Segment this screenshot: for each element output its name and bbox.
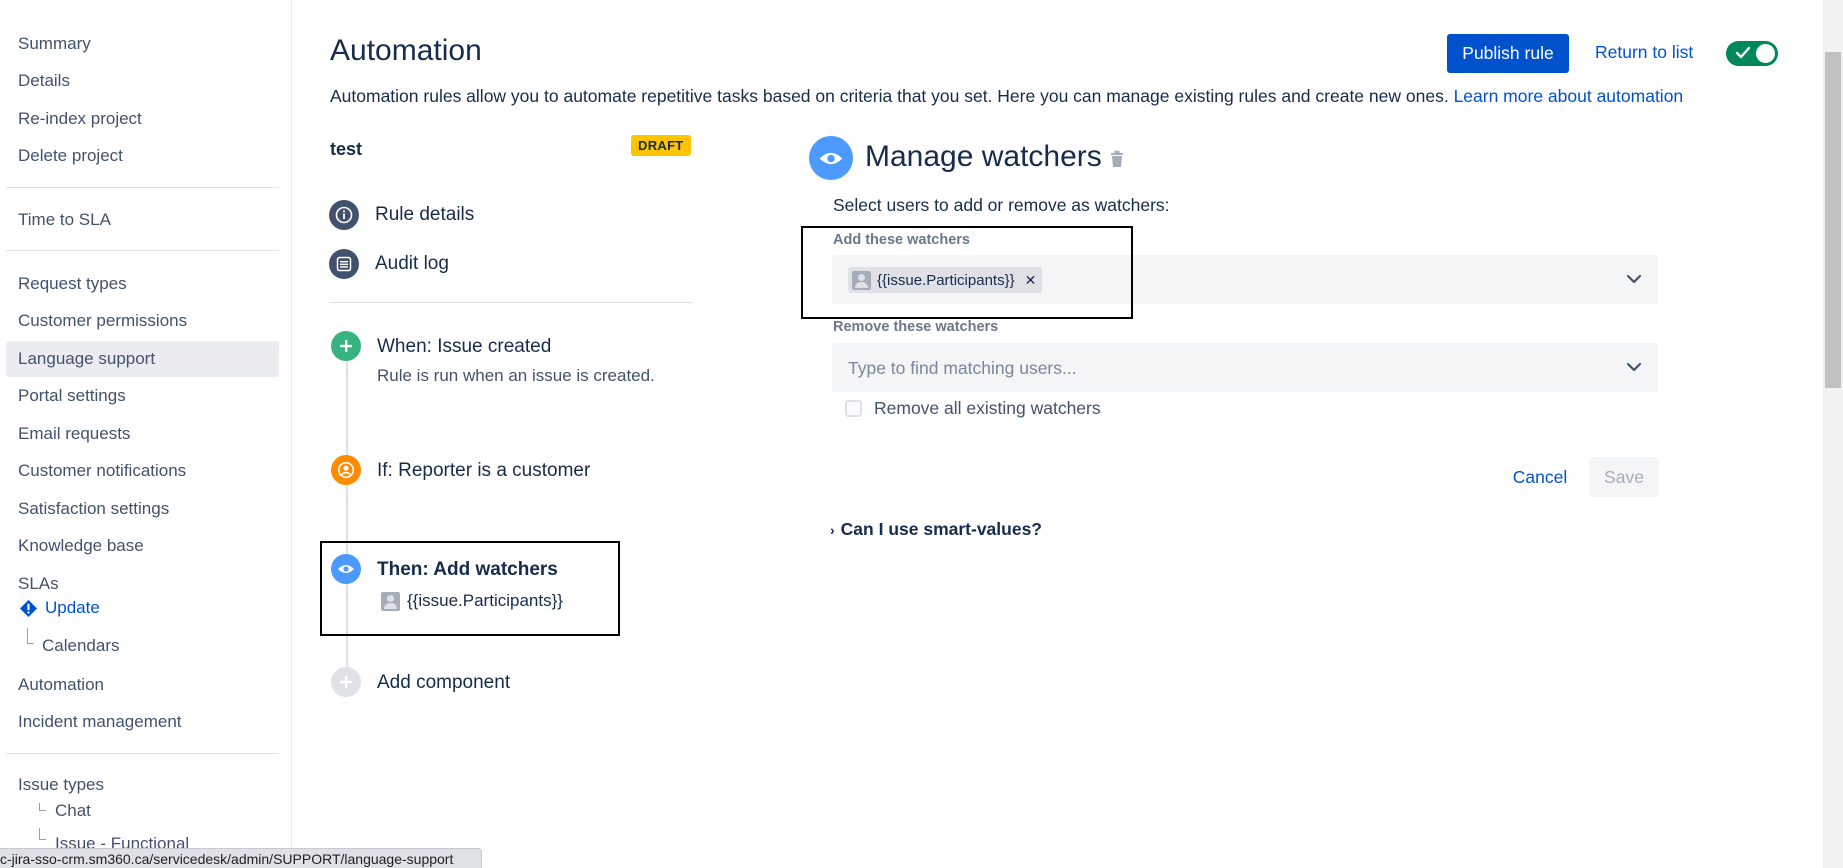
rule-enabled-toggle[interactable]	[1726, 41, 1778, 66]
sidebar-item-summary[interactable]: Summary	[6, 26, 279, 62]
sidebar-item-reindex-project[interactable]: Re-index project	[6, 101, 279, 137]
remove-all-watchers-label[interactable]: Remove all existing watchers	[874, 398, 1101, 419]
audit-log-label: Audit log	[375, 253, 449, 274]
sidebar-item-automation[interactable]: Automation	[6, 667, 279, 703]
remove-watchers-label: Remove these watchers	[833, 319, 999, 335]
remove-watchers-placeholder: Type to find matching users...	[848, 358, 1077, 378]
info-icon	[329, 200, 359, 230]
toggle-knob	[1756, 44, 1775, 63]
sidebar-sla-update-link[interactable]: Update	[45, 598, 100, 618]
return-to-list-link[interactable]: Return to list	[1595, 42, 1693, 63]
sidebar-item-customer-permissions[interactable]: Customer permissions	[6, 303, 279, 339]
smart-values-help-toggle[interactable]: › Can I use smart-values?	[830, 519, 1042, 540]
page-description: Automation rules allow you to automate r…	[330, 86, 1683, 107]
sidebar-divider	[6, 753, 279, 754]
sidebar-item-time-to-sla[interactable]: Time to SLA	[6, 202, 279, 238]
sidebar-divider	[6, 250, 279, 251]
tree-connector	[27, 628, 34, 644]
sidebar-item-details[interactable]: Details	[6, 63, 279, 99]
audit-log-link[interactable]: Audit log	[329, 249, 449, 279]
trash-icon[interactable]	[1110, 150, 1124, 168]
publish-rule-button[interactable]: Publish rule	[1447, 34, 1569, 73]
sidebar-item-satisfaction-settings[interactable]: Satisfaction settings	[6, 491, 279, 527]
sidebar-divider	[6, 187, 279, 188]
save-button[interactable]: Save	[1589, 457, 1659, 497]
trigger-step-description: Rule is run when an issue is created.	[377, 366, 655, 385]
condition-step-title[interactable]: If: Reporter is a customer	[377, 460, 590, 482]
add-component-button[interactable]: Add component	[377, 672, 510, 694]
project-settings-sidebar: Summary Details Re-index project Delete …	[0, 0, 292, 868]
remove-all-watchers-checkbox[interactable]	[845, 400, 862, 417]
sidebar-item-email-requests[interactable]: Email requests	[6, 416, 279, 452]
sidebar-item-knowledge-base[interactable]: Knowledge base	[6, 528, 279, 564]
page-title: Automation	[330, 34, 482, 67]
sidebar-item-customer-notifications[interactable]: Customer notifications	[6, 453, 279, 489]
page-description-text: Automation rules allow you to automate r…	[330, 86, 1449, 106]
sidebar-item-incident-management[interactable]: Incident management	[6, 704, 279, 740]
sidebar-item-language-support[interactable]: Language support	[6, 341, 279, 377]
sidebar-sub-item-chat[interactable]: Chat	[55, 801, 91, 821]
sidebar-item-issue-types[interactable]: Issue types	[6, 767, 279, 803]
tree-connector	[39, 828, 46, 840]
add-component-plus-icon	[331, 667, 361, 697]
browser-status-url: c-jira-sso-crm.sm360.ca/servicedesk/admi…	[0, 848, 482, 868]
tree-connector	[39, 803, 46, 811]
chevron-down-icon	[1626, 362, 1642, 372]
cancel-button[interactable]: Cancel	[1499, 457, 1581, 497]
smart-values-help-label: Can I use smart-values?	[840, 519, 1042, 539]
check-icon	[1735, 46, 1751, 59]
sidebar-item-delete-project[interactable]: Delete project	[6, 138, 279, 174]
highlight-box-add-watchers	[801, 226, 1133, 319]
status-badge: DRAFT	[631, 135, 691, 156]
highlight-box-action-step	[320, 541, 620, 636]
chevron-down-icon	[1626, 274, 1642, 284]
list-icon	[329, 249, 359, 279]
sidebar-item-slas[interactable]: SLAs	[6, 566, 279, 602]
remove-watchers-select[interactable]: Type to find matching users...	[832, 343, 1658, 392]
rule-name: test	[330, 139, 363, 159]
scrollbar-thumb[interactable]	[1825, 52, 1841, 388]
sidebar-item-portal-settings[interactable]: Portal settings	[6, 378, 279, 414]
panel-title: Manage watchers	[865, 140, 1102, 173]
rule-details-label: Rule details	[375, 204, 475, 225]
sidebar-sub-item-calendars[interactable]: Calendars	[42, 636, 120, 656]
sla-warning-icon	[20, 600, 37, 617]
sidebar-item-request-types[interactable]: Request types	[6, 266, 279, 302]
trigger-step-title[interactable]: When: Issue created	[377, 336, 551, 358]
panel-instruction: Select users to add or remove as watcher…	[833, 195, 1170, 215]
watchers-eye-icon	[809, 136, 853, 180]
learn-more-automation-link[interactable]: Learn more about automation	[1454, 86, 1684, 106]
trigger-plus-icon	[331, 331, 361, 361]
rule-details-link[interactable]: Rule details	[329, 200, 474, 230]
customer-condition-icon	[331, 455, 361, 485]
chevron-right-icon: ›	[830, 521, 835, 538]
rule-divider	[330, 302, 693, 303]
